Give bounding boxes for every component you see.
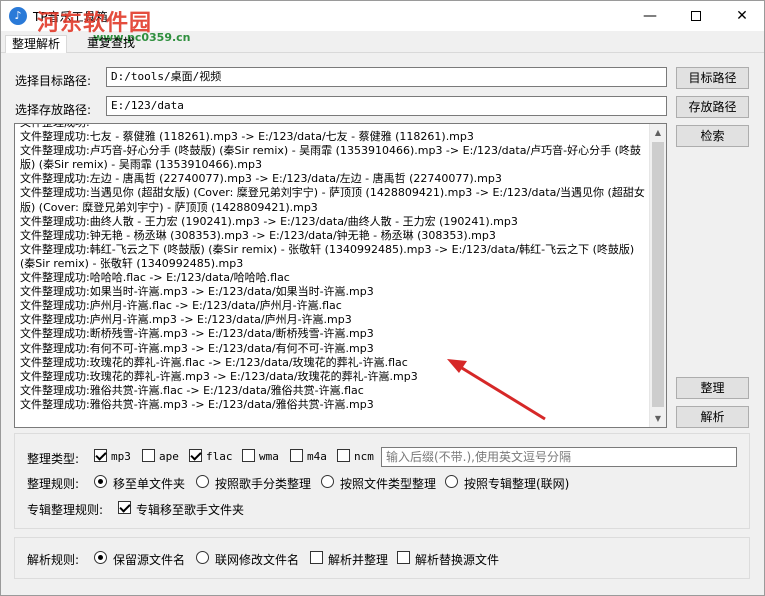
close-button[interactable]: ✕ — [719, 1, 765, 31]
album-rule-label: 专辑整理规则: — [27, 503, 104, 517]
log-line: 文件整理成功:卢巧音-好心分手 (咚鼓版) (秦Sir remix) - 吴雨霏… — [20, 144, 641, 172]
log-line: 文件整理成功:七友 - 蔡健雅 (118261).mp3 -> E:/123/d… — [20, 130, 474, 144]
tab-organize-parse[interactable]: 整理解析 — [5, 35, 68, 53]
parse-replace-source-label: 解析替换源文件 — [415, 553, 500, 567]
format-ape-label: ape — [159, 450, 179, 463]
target-path-button[interactable]: 目标路径 — [676, 67, 749, 89]
organize-button[interactable]: 整理 — [676, 377, 749, 399]
target-path-input[interactable]: D:/tools/桌面/视频 — [106, 67, 667, 87]
parse-and-organize-label: 解析并整理 — [328, 553, 389, 567]
log-scrollbar[interactable]: ▲ ▼ — [649, 124, 666, 427]
scroll-up-icon[interactable]: ▲ — [650, 124, 666, 141]
format-ncm-label: ncm — [354, 450, 374, 463]
search-button[interactable]: 检索 — [676, 125, 749, 147]
maximize-icon — [691, 11, 701, 21]
format-wma-label: wma — [259, 450, 279, 463]
format-m4a-label: m4a — [307, 450, 327, 463]
format-flac-checkbox[interactable] — [189, 449, 202, 462]
format-m4a-checkbox[interactable] — [290, 449, 303, 462]
organize-type-label: 整理类型: — [27, 452, 80, 466]
scroll-down-icon[interactable]: ▼ — [650, 410, 666, 427]
save-path-label: 选择存放路径: — [15, 103, 92, 117]
log-line: 文件整理成功:庐州月-许嵩.mp3 -> E:/123/data/庐州月-许嵩.… — [20, 313, 352, 327]
format-flac-label: flac — [206, 450, 233, 463]
log-line: 文件整理成功:断桥残雪-许嵩.mp3 -> E:/123/data/断桥残雪-许… — [20, 327, 374, 341]
app-window: ♪ TP音乐工具箱 河东软件园 — ✕ www.pc0359.cn 整理解析 重… — [0, 0, 765, 596]
parse-button[interactable]: 解析 — [676, 406, 749, 428]
keep-source-name-label: 保留源文件名 — [113, 553, 186, 567]
app-music-icon: ♪ — [9, 7, 27, 25]
custom-extension-input[interactable]: 输入后缀(不带.),使用英文逗号分隔 — [381, 447, 737, 467]
log-line: 文件整理成功:左边 - 唐禹哲 (22740077).mp3 -> E:/123… — [20, 172, 502, 186]
format-mp3-checkbox[interactable] — [94, 449, 107, 462]
log-line: 文件整理成功:如果当时-许嵩.mp3 -> E:/123/data/如果当时-许… — [20, 285, 374, 299]
annotation-arrow-icon — [447, 359, 546, 421]
log-line: 文件整理成功:曲终人散 - 王力宏 (190241).mp3 -> E:/123… — [20, 214, 518, 228]
log-line: 文件整理成功:哈哈哈.flac -> E:/123/data/哈哈哈.flac — [20, 271, 290, 285]
save-path-input[interactable]: E:/123/data — [106, 96, 667, 116]
save-path-button[interactable]: 存放路径 — [676, 96, 749, 118]
tab-bar: 整理解析 重复查找 — [1, 31, 764, 53]
rule-by-album-label: 按照专辑整理(联网) — [464, 477, 570, 491]
rule-by-singer-radio[interactable] — [196, 475, 209, 488]
log-line: 文件整理成功:韩红-飞云之下 (咚鼓版) (秦Sir remix) - 张敬轩 … — [20, 242, 638, 270]
rule-by-type-label: 按照文件类型整理 — [340, 477, 437, 491]
format-ncm-checkbox[interactable] — [337, 449, 350, 462]
tab-duplicate-find[interactable]: 重复查找 — [81, 35, 141, 53]
rule-single-folder-radio[interactable] — [94, 475, 107, 488]
minimize-button[interactable]: — — [627, 1, 673, 31]
rule-by-album-radio[interactable] — [445, 475, 458, 488]
log-line: 文件整理成功:钟无艳 - 杨丞琳 (308353).mp3 -> E:/123/… — [20, 228, 496, 242]
parse-rule-label: 解析规则: — [27, 553, 80, 567]
maximize-button[interactable] — [673, 1, 719, 31]
album-to-singer-label: 专辑移至歌手文件夹 — [136, 503, 245, 517]
rule-single-folder-label: 移至单文件夹 — [113, 477, 186, 491]
log-output[interactable]: 文件整理成功:文件整理成功:七友 - 蔡健雅 (118261).mp3 -> E… — [14, 123, 667, 428]
log-line: 文件整理成功:当遇见你 (超甜女版) (Cover: 糜登兄弟刘宇宁) - 萨顶… — [20, 186, 645, 214]
rule-by-singer-label: 按照歌手分类整理 — [215, 477, 312, 491]
title-bar: ♪ TP音乐工具箱 河东软件园 — ✕ — [1, 1, 765, 36]
parse-and-organize-checkbox[interactable] — [310, 551, 323, 564]
online-rename-radio[interactable] — [196, 551, 209, 564]
scroll-thumb[interactable] — [652, 142, 664, 407]
format-mp3-label: mp3 — [111, 450, 131, 463]
format-wma-checkbox[interactable] — [242, 449, 255, 462]
online-rename-label: 联网修改文件名 — [215, 553, 300, 567]
parse-replace-source-checkbox[interactable] — [397, 551, 410, 564]
format-ape-checkbox[interactable] — [142, 449, 155, 462]
target-path-label: 选择目标路径: — [15, 74, 92, 88]
keep-source-name-radio[interactable] — [94, 551, 107, 564]
rule-by-type-radio[interactable] — [321, 475, 334, 488]
log-line: 文件整理成功:庐州月-许嵩.flac -> E:/123/data/庐州月-许嵩… — [20, 299, 342, 313]
organize-rule-label: 整理规则: — [27, 477, 80, 491]
album-to-singer-checkbox[interactable] — [118, 501, 131, 514]
